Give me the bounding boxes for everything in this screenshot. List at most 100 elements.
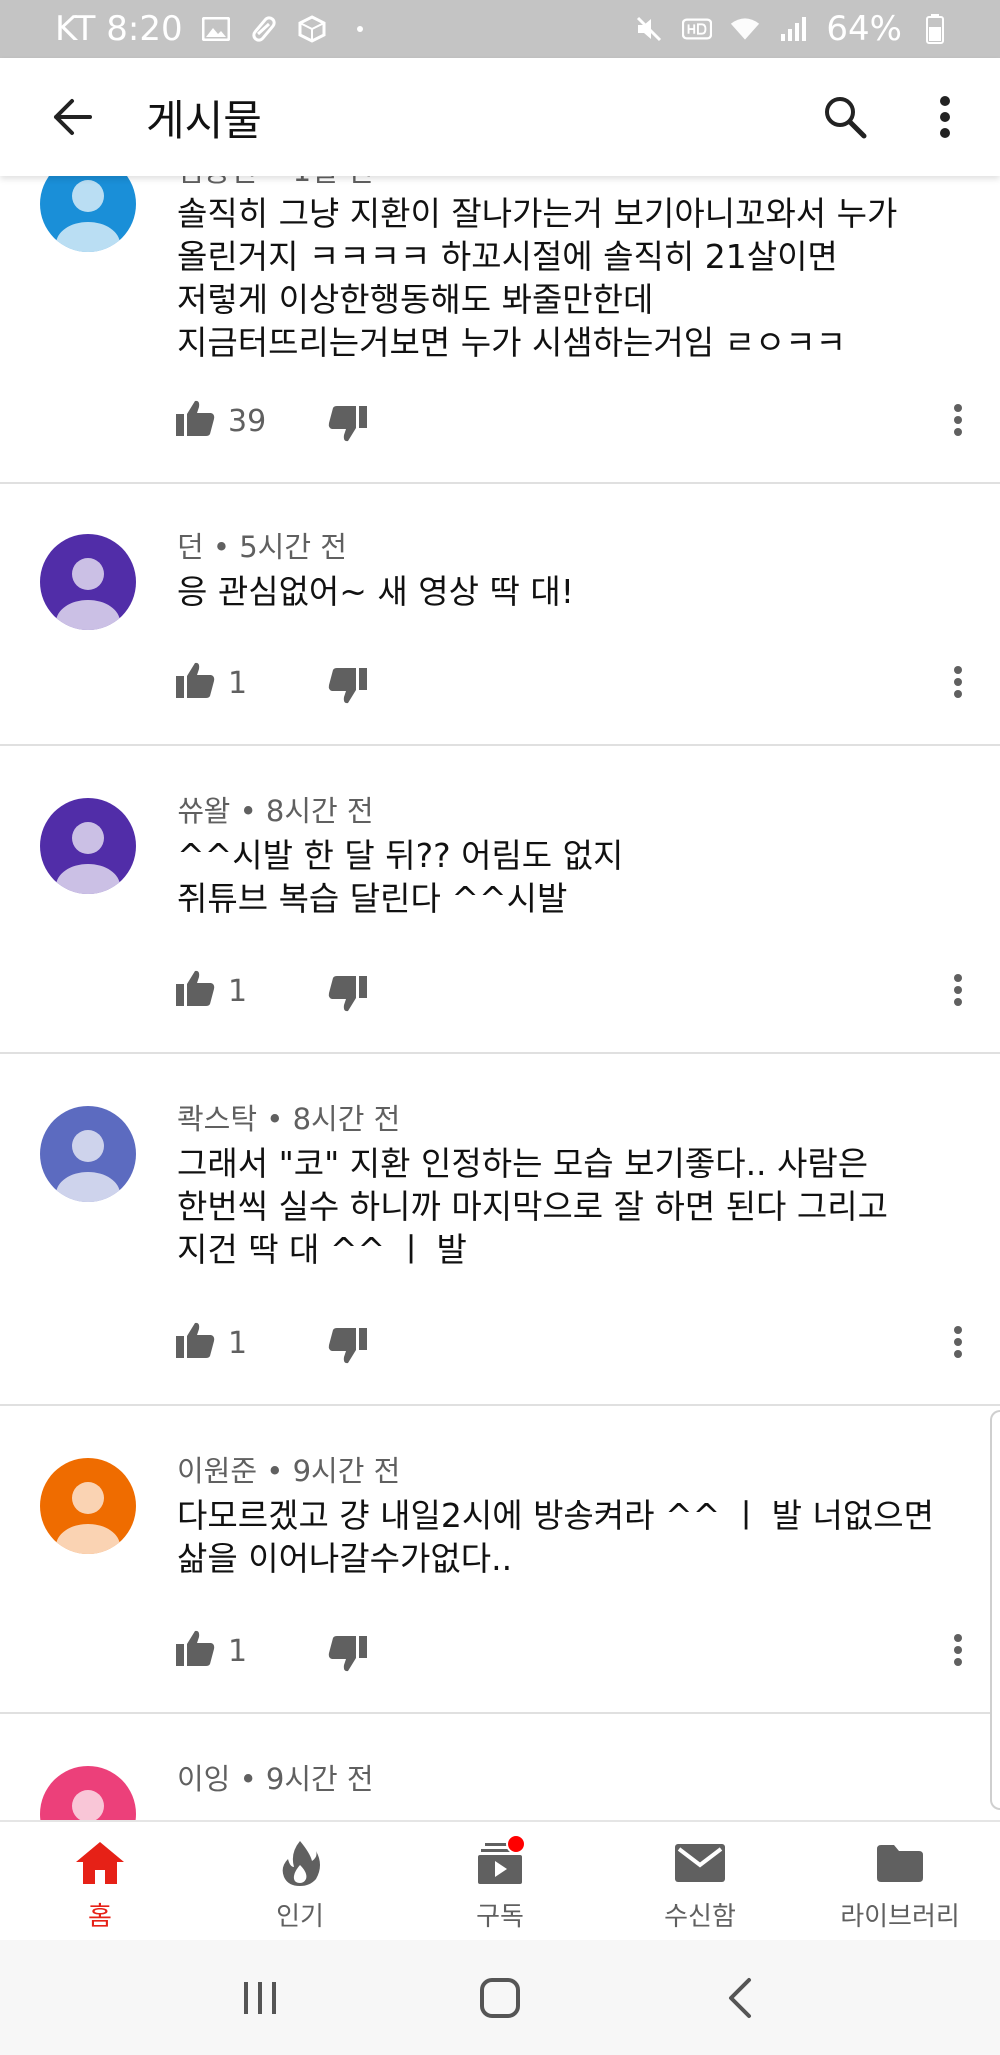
thumb-up-icon: [176, 662, 215, 698]
comment-line: 지금터뜨리는거보면 누가 시샘하는거임 ㄹㅇㅋㅋ: [177, 323, 847, 362]
comment-line: 지건 딱 대 ^^ ㅣ 발: [177, 1230, 467, 1269]
comment-text: 그래서 "코" 지환 인정하는 모습 보기좋다.. 사람은 한번씩 실수 하니까…: [177, 1142, 977, 1271]
mail-icon: [672, 1838, 728, 1888]
comment-author-time[interactable]: 콱스탁 • 8시간 전: [177, 1096, 400, 1138]
more-vert-icon: [954, 666, 962, 698]
cube-icon: [297, 15, 327, 43]
thumb-down-icon: [328, 976, 367, 1012]
comment-more-button[interactable]: [945, 1628, 971, 1672]
comment-item: 이잉 • 9시간 전: [0, 1716, 1000, 1820]
dislike-button[interactable]: [328, 1326, 368, 1370]
thumb-up-icon: [176, 970, 215, 1006]
avatar[interactable]: [40, 1106, 136, 1202]
nav-label: 라이브러리: [840, 1902, 960, 1932]
like-button[interactable]: [175, 1320, 215, 1364]
like-count: 1: [228, 974, 248, 1009]
comment-line: 다모르겠고 걍 내일2시에 방송켜라 ^^ ㅣ 발 너없으면: [177, 1496, 934, 1535]
comment-actions: 1: [175, 1320, 975, 1370]
comment-line: 응 관심없어~ 새 영상 딱 대!: [177, 572, 574, 611]
thumb-up-icon: [176, 1630, 215, 1666]
nav-home[interactable]: 홈: [0, 1822, 200, 1940]
subscriptions-icon: [472, 1834, 528, 1888]
system-back-button[interactable]: [695, 1963, 785, 2033]
comment-author-time[interactable]: 던 • 5시간 전: [177, 524, 347, 566]
nav-inbox[interactable]: 수신함: [600, 1822, 800, 1940]
nav-trending[interactable]: 인기: [200, 1822, 400, 1940]
nav-library[interactable]: 라이브러리: [800, 1822, 1000, 1940]
comment-more-button[interactable]: [945, 1320, 971, 1364]
like-button[interactable]: [175, 660, 215, 704]
comment-item: 콱스탁 • 8시간 전 그래서 "코" 지환 인정하는 모습 보기좋다.. 사람…: [0, 1056, 1000, 1406]
folder-icon: [872, 1838, 928, 1888]
avatar[interactable]: [40, 1458, 136, 1554]
thumb-down-icon: [328, 668, 367, 704]
home-system-button[interactable]: [455, 1963, 545, 2033]
thumb-down-icon: [328, 1636, 367, 1672]
comment-actions: 39: [175, 398, 975, 448]
hd-voice-icon: [682, 16, 713, 42]
comment-actions: 1: [175, 660, 975, 710]
recent-apps-icon: [244, 1981, 276, 2014]
comment-line: 한번씩 실수 하니까 마지막으로 잘 하면 된다 그리고: [177, 1187, 888, 1226]
notification-dot: [506, 1834, 526, 1854]
nav-label: 수신함: [664, 1902, 736, 1932]
comment-author-time[interactable]: 이원준 • 9시간 전: [177, 1448, 400, 1490]
gallery-icon: [201, 16, 231, 42]
avatar[interactable]: [40, 798, 136, 894]
comments-list: 김용진 • 1일 전 솔직히 그냥 지환이 잘나가는거 보기아니꼬와서 누가 올…: [0, 176, 1000, 1820]
app-bar: 게시물: [0, 58, 1000, 176]
comment-more-button[interactable]: [945, 660, 971, 704]
nav-subscriptions[interactable]: 구독: [400, 1822, 600, 1940]
more-vert-icon: [954, 404, 962, 436]
comment-more-button[interactable]: [945, 398, 971, 442]
like-count: 1: [228, 1326, 248, 1361]
thumb-up-icon: [176, 1322, 215, 1358]
signal-icon: [778, 16, 808, 42]
dislike-button[interactable]: [328, 404, 368, 448]
nav-label: 인기: [276, 1902, 324, 1932]
arrow-left-icon: [54, 99, 92, 135]
like-count: 1: [228, 666, 248, 701]
like-button[interactable]: [175, 1628, 215, 1672]
wifi-icon: [730, 16, 760, 42]
comment-line: 그래서 "코" 지환 인정하는 모습 보기좋다.. 사람은: [177, 1144, 869, 1183]
back-button[interactable]: [40, 85, 104, 149]
comment-line: 삶을 이어나갈수가없다..: [177, 1539, 513, 1578]
battery-icon: [920, 14, 950, 44]
like-button[interactable]: [175, 398, 215, 442]
dot-icon: [345, 16, 375, 42]
thumb-up-icon: [176, 400, 215, 436]
comment-actions: 1: [175, 968, 975, 1018]
comment-author-time[interactable]: 쓔왈 • 8시간 전: [177, 788, 374, 830]
more-vert-icon: [940, 96, 950, 138]
comment-line: 올린거지 ㅋㅋㅋㅋ 하꼬시절에 솔직히 21살이면: [177, 237, 838, 276]
comment-item: 이원준 • 9시간 전 다모르겠고 걍 내일2시에 방송켜라 ^^ ㅣ 발 너없…: [0, 1408, 1000, 1714]
avatar[interactable]: [40, 534, 136, 630]
comment-actions: 1: [175, 1628, 975, 1678]
comment-author-time[interactable]: 김용진 • 1일 전: [177, 176, 374, 190]
status-bar: KT 8:20 64%: [0, 0, 1000, 58]
more-options-button[interactable]: [910, 82, 980, 152]
avatar[interactable]: [40, 1766, 136, 1820]
dislike-button[interactable]: [328, 1634, 368, 1678]
like-count: 1: [228, 1634, 248, 1669]
dislike-button[interactable]: [328, 666, 368, 710]
avatar[interactable]: [40, 176, 136, 252]
thumb-down-icon: [328, 406, 367, 442]
chevron-left-icon: [729, 1977, 751, 2018]
comment-author-time[interactable]: 이잉 • 9시간 전: [177, 1756, 374, 1798]
more-vert-icon: [954, 1326, 962, 1358]
dislike-button[interactable]: [328, 974, 368, 1018]
search-button[interactable]: [810, 82, 880, 152]
like-button[interactable]: [175, 968, 215, 1012]
search-icon: [825, 97, 867, 139]
comment-line: 솔직히 그냥 지환이 잘나가는거 보기아니꼬와서 누가: [177, 194, 898, 233]
status-right: 64%: [634, 9, 950, 49]
bottom-navigation: 홈 인기 구독 수신함 라이브러리: [0, 1820, 1000, 1940]
comment-more-button[interactable]: [945, 968, 971, 1012]
scrollbar-thumb[interactable]: [990, 1410, 1000, 1810]
home-square-icon: [480, 1977, 520, 2018]
recent-apps-button[interactable]: [215, 1963, 305, 2033]
page-title: 게시물: [146, 95, 262, 145]
nav-label: 홈: [88, 1902, 112, 1932]
